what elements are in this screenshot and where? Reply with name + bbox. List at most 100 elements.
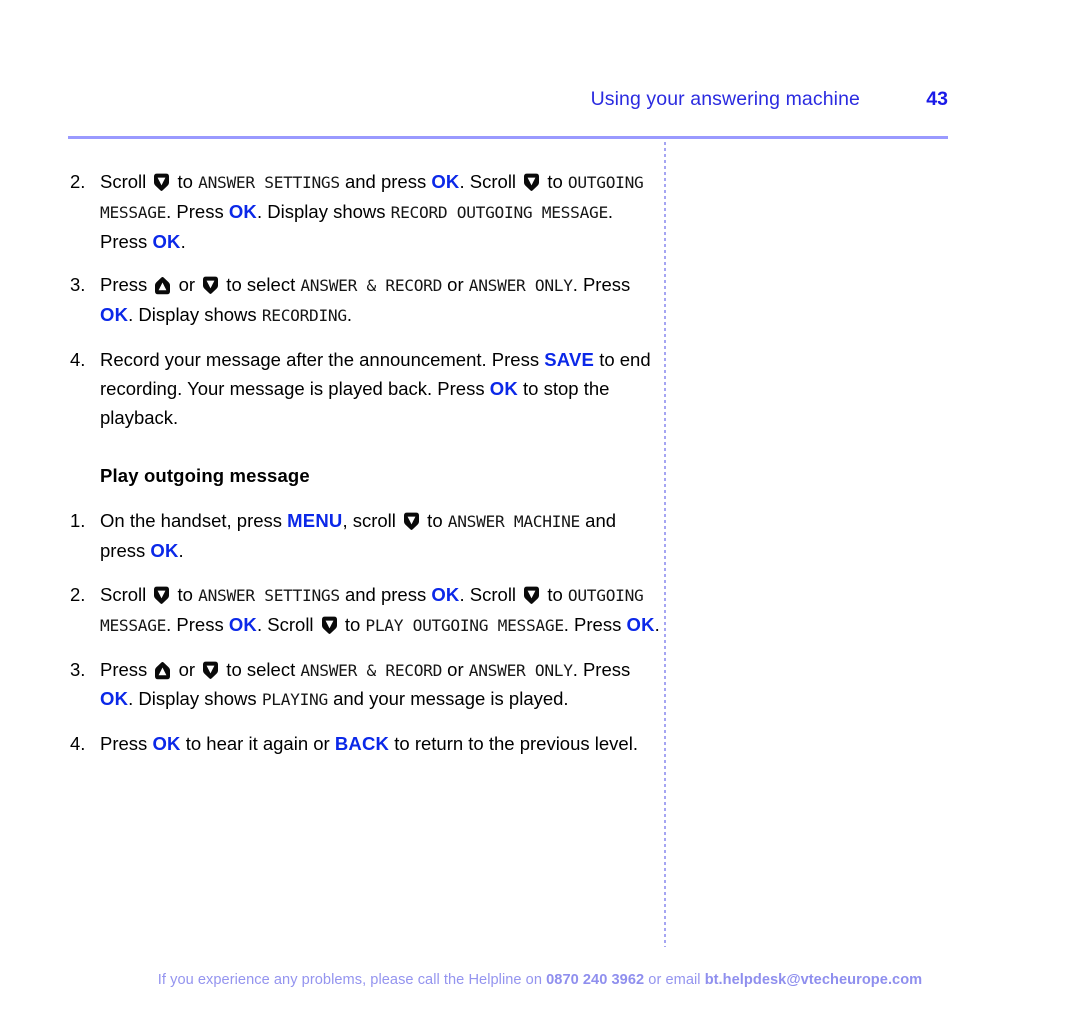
key-label-back: BACK <box>334 733 390 755</box>
body-text: and press <box>339 583 432 605</box>
body-text: to <box>339 613 366 635</box>
display-text: ANSWER MACHINE <box>447 512 581 532</box>
arrow-down-icon <box>153 586 170 605</box>
header-divider-rule <box>68 136 948 139</box>
body-text: Scroll <box>100 171 152 192</box>
step-text: Press or to select ANSWER & RECORD or AN… <box>100 271 660 331</box>
body-text: Press <box>100 274 153 296</box>
body-text: . Display shows <box>128 304 262 326</box>
key-label-ok: OK <box>100 304 129 326</box>
step-number: 2. <box>70 171 86 192</box>
body-text: Record your message after the announceme… <box>100 348 545 370</box>
body-text: . Display shows <box>128 688 262 710</box>
body-text: to <box>172 583 199 605</box>
body-text: and press <box>339 171 432 192</box>
key-label-ok: OK <box>152 230 181 252</box>
key-label-ok: OK <box>228 613 257 635</box>
display-text: PLAY OUTGOING MESSAGE <box>365 615 564 635</box>
step-text: Record your message after the announceme… <box>100 346 660 432</box>
display-text: ANSWER ONLY <box>468 660 573 680</box>
body-text: to select <box>221 274 301 296</box>
instruction-step: 2. Scroll to ANSWER SETTINGS and press OK… <box>70 168 660 256</box>
body-text: to return to the previous level. <box>389 733 638 755</box>
body-text: or <box>173 274 201 296</box>
body-text: . <box>180 230 186 252</box>
instruction-step: 4. Record your message after the announce… <box>70 346 660 432</box>
column-divider <box>664 142 666 947</box>
body-text: . Press <box>572 658 631 680</box>
page-footer: If you experience any problems, please c… <box>0 972 1080 988</box>
key-label-ok: OK <box>100 688 129 710</box>
display-text: ANSWER SETTINGS <box>198 173 340 192</box>
step-number: 3. <box>70 274 86 296</box>
instruction-step: 1. On the handset, press MENU, scroll to … <box>70 507 660 566</box>
step-text: On the handset, press MENU, scroll to AN… <box>100 507 660 566</box>
body-text: or <box>442 274 469 296</box>
arrow-down-icon <box>202 661 219 680</box>
body-text: to hear it again or <box>180 733 335 755</box>
arrow-down-icon <box>321 616 338 635</box>
body-text: Press <box>100 733 153 755</box>
step-number: 4. <box>70 348 86 370</box>
section-heading: Play outgoing message <box>100 465 310 487</box>
display-text: PLAYING <box>261 690 328 710</box>
body-text: or <box>173 658 201 680</box>
key-label-ok: OK <box>431 583 460 605</box>
body-text: or <box>442 658 469 680</box>
body-text: . Scroll <box>459 583 522 605</box>
main-content: 2. Scroll to ANSWER SETTINGS and press OK… <box>70 168 660 774</box>
footer-lead-text: If you experience any problems, please c… <box>157 972 547 988</box>
display-text: RECORDING <box>261 306 347 326</box>
key-label-ok: OK <box>626 613 655 635</box>
step-number: 1. <box>70 510 86 532</box>
key-label-menu: MENU <box>287 510 343 532</box>
arrow-down-icon <box>523 586 540 605</box>
body-text: . Scroll <box>257 613 319 635</box>
body-text: . Press <box>572 274 631 296</box>
body-text: . Press <box>166 200 229 222</box>
step-text: Press OK to hear it again or BACK to ret… <box>100 730 660 759</box>
instruction-step: 2. Scroll to ANSWER SETTINGS and press OK… <box>70 581 660 641</box>
page-header: Using your answering machine 43 <box>68 88 948 128</box>
footer-email-address[interactable]: bt.helpdesk@vtecheurope.com <box>705 972 923 988</box>
display-text: ANSWER & RECORD <box>300 660 443 680</box>
display-text: ANSWER ONLY <box>468 276 573 296</box>
body-text: to <box>422 510 448 532</box>
display-text: RECORD OUTGOING MESSAGE <box>390 202 609 222</box>
key-label-ok: OK <box>152 733 181 755</box>
step-number: 3. <box>70 658 86 680</box>
page-number: 43 <box>926 88 948 110</box>
body-text: . Display shows <box>257 200 391 222</box>
key-label-ok: OK <box>150 540 179 562</box>
instruction-step: 3. Press or to select ANSWER & RECORD or … <box>70 656 660 716</box>
page-title: Using your answering machine <box>590 88 860 110</box>
step-text: Scroll to ANSWER SETTINGS and press OK. … <box>100 168 660 256</box>
arrow-up-icon <box>154 276 171 295</box>
display-text: ANSWER SETTINGS <box>198 585 340 605</box>
body-text: . <box>654 613 660 635</box>
body-text: . <box>346 304 352 326</box>
body-text: . Press <box>166 613 229 635</box>
step-number: 2. <box>70 583 86 605</box>
key-label-save: SAVE <box>544 348 595 370</box>
step-text: Scroll to ANSWER SETTINGS and press OK. … <box>100 581 660 641</box>
step-text: Press or to select ANSWER & RECORD or AN… <box>100 656 660 716</box>
display-text: ANSWER & RECORD <box>300 276 443 296</box>
body-text: . Press <box>563 613 627 635</box>
step-number: 4. <box>70 733 86 755</box>
body-text: , scroll <box>342 510 402 532</box>
body-text: and your message is played. <box>327 688 569 710</box>
footer-middle-text: or email <box>644 972 705 988</box>
body-text: . <box>178 540 184 562</box>
arrow-down-icon <box>202 276 219 295</box>
footer-phone-number: 0870 240 3962 <box>546 972 645 988</box>
body-text: to <box>542 171 568 192</box>
body-text: On the handset, press <box>100 510 288 532</box>
arrow-down-icon <box>523 173 540 192</box>
arrow-up-icon <box>154 661 171 680</box>
arrow-down-icon <box>403 512 420 531</box>
body-text: to <box>172 171 199 192</box>
key-label-ok: OK <box>228 200 257 222</box>
body-text: to select <box>221 658 301 680</box>
key-label-ok: OK <box>489 377 518 399</box>
